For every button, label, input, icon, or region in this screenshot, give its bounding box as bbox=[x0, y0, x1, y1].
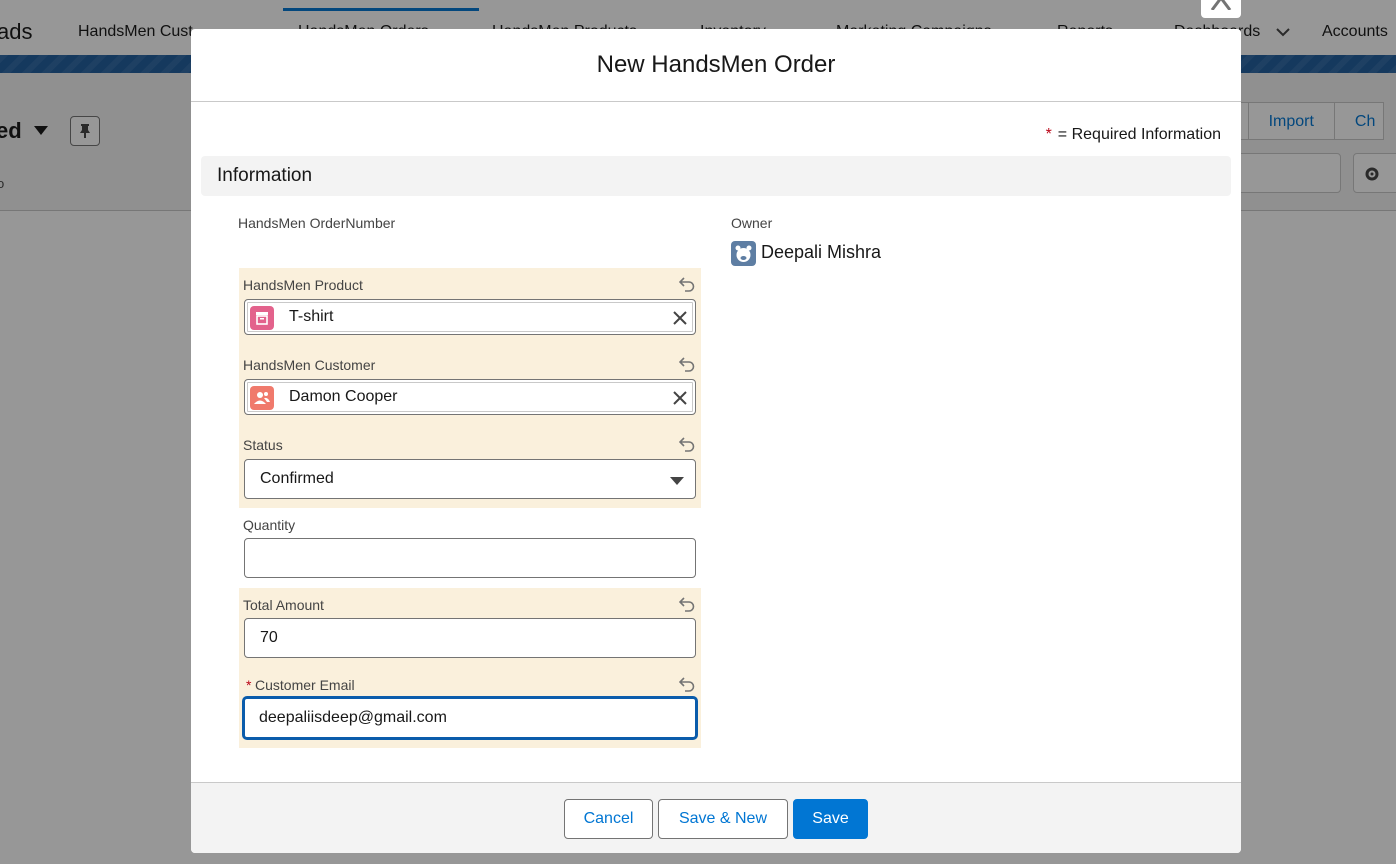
quantity-input[interactable] bbox=[244, 538, 696, 578]
quantity-field-label: Quantity bbox=[243, 517, 296, 533]
product-icon bbox=[250, 306, 274, 330]
required-information-note: * = Required Information bbox=[1046, 126, 1221, 144]
total-amount-input[interactable]: 70 bbox=[244, 618, 696, 658]
status-field-label: Status bbox=[243, 437, 283, 453]
status-value: Confirmed bbox=[260, 470, 334, 487]
owner-name-link[interactable]: Deepali Mishra bbox=[761, 242, 881, 263]
undo-icon[interactable] bbox=[679, 676, 695, 692]
owner-avatar bbox=[731, 241, 756, 266]
save-button[interactable]: Save bbox=[793, 799, 868, 839]
customer-email-input[interactable]: deepaliisdeep@gmail.com bbox=[243, 697, 697, 739]
modal-header: New HandsMen Order bbox=[191, 29, 1241, 102]
required-star: * bbox=[1045, 126, 1052, 143]
information-section-header[interactable]: Information bbox=[201, 156, 1231, 196]
undo-icon[interactable] bbox=[679, 436, 695, 452]
cancel-button[interactable]: Cancel bbox=[564, 799, 653, 839]
product-field-label: HandsMen Product bbox=[243, 277, 363, 293]
save-and-new-button[interactable]: Save & New bbox=[658, 799, 788, 839]
customer-value: Damon Cooper bbox=[289, 388, 398, 405]
total-amount-value: 70 bbox=[260, 629, 278, 646]
modal-footer: Cancel Save & New Save bbox=[191, 782, 1241, 853]
total-amount-field-label: Total Amount bbox=[243, 597, 324, 613]
status-select[interactable]: Confirmed bbox=[244, 459, 696, 499]
section-title: Information bbox=[217, 165, 313, 186]
owner-label: Owner bbox=[731, 215, 773, 231]
undo-icon[interactable] bbox=[679, 276, 695, 292]
close-icon bbox=[1210, 0, 1232, 10]
customer-email-required-star: * bbox=[246, 677, 252, 693]
customer-field-label: HandsMen Customer bbox=[243, 357, 376, 373]
customer-lookup-field[interactable]: Damon Cooper bbox=[244, 379, 696, 415]
product-value: T-shirt bbox=[289, 308, 334, 325]
undo-icon[interactable] bbox=[679, 356, 695, 372]
new-order-modal: New HandsMen Order * = Required Informati… bbox=[191, 29, 1241, 853]
product-lookup-field[interactable]: T-shirt bbox=[244, 299, 696, 335]
customer-email-value: deepaliisdeep@gmail.com bbox=[259, 709, 447, 726]
required-information-text: = Required Information bbox=[1057, 126, 1221, 143]
close-modal-button[interactable] bbox=[1201, 0, 1241, 18]
order-number-label: HandsMen OrderNumber bbox=[238, 215, 396, 231]
clear-icon[interactable] bbox=[673, 391, 687, 405]
chevron-down-icon bbox=[670, 477, 684, 485]
undo-icon[interactable] bbox=[679, 596, 695, 612]
customer-email-field-label: Customer Email bbox=[255, 677, 355, 693]
customer-icon bbox=[250, 386, 274, 410]
clear-icon[interactable] bbox=[673, 311, 687, 325]
modal-title: New HandsMen Order bbox=[596, 51, 836, 78]
owner-avatar-icon bbox=[735, 245, 752, 262]
